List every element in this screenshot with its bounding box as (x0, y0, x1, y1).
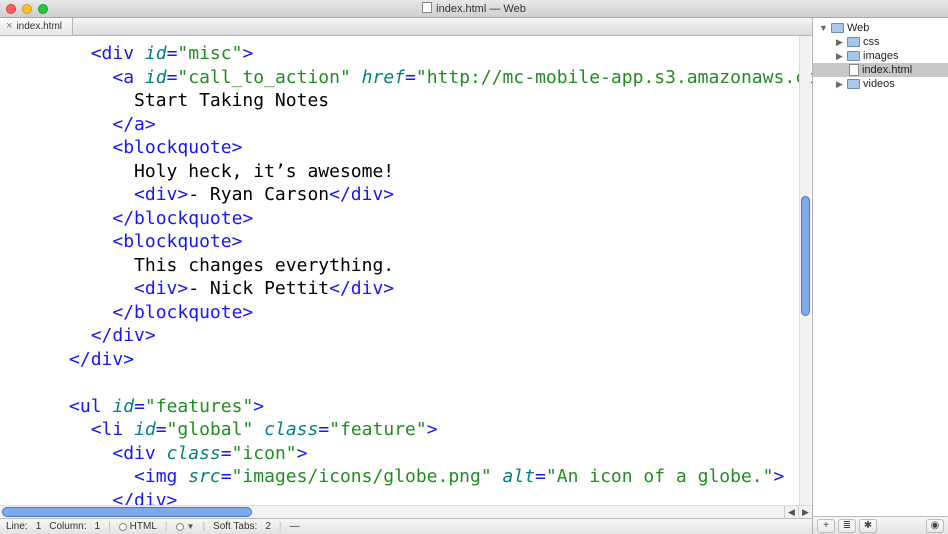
disclosure-triangle-icon[interactable]: ▶ (835, 79, 844, 90)
info-icon: ◉ (931, 520, 940, 531)
settings-button[interactable]: ✱ (859, 519, 877, 533)
horizontal-scrollbar[interactable]: ◀ ▶ (0, 505, 812, 518)
sidebar-toolbar: + ≣ ✱ ◉ (813, 516, 948, 534)
language-selector[interactable]: HTML (119, 521, 157, 532)
zoom-window-button[interactable] (38, 4, 48, 14)
window-title: index.html — Web (0, 2, 948, 15)
indent-selector[interactable]: ▼ (176, 522, 195, 531)
folder-icon (847, 51, 860, 61)
scroll-right-arrow-icon[interactable]: ▶ (798, 506, 812, 519)
tab-bar: × index.html (0, 18, 812, 36)
status-col-label: Column: (49, 521, 86, 532)
list-button[interactable]: ≣ (838, 519, 856, 533)
traffic-lights (6, 4, 48, 14)
tree-label: css (863, 36, 880, 48)
tree-label: videos (863, 78, 895, 90)
window-title-text: index.html — Web (436, 3, 526, 15)
status-line-value: 1 (36, 521, 42, 532)
folder-icon (847, 37, 860, 47)
list-icon: ≣ (843, 520, 851, 531)
soft-tabs-value: 2 (265, 521, 271, 532)
radio-icon (176, 523, 184, 531)
disclosure-triangle-icon[interactable]: ▼ (819, 23, 828, 33)
tab-label: index.html (16, 21, 62, 32)
tree-folder-images[interactable]: ▶ images (813, 49, 948, 63)
status-col-value: 1 (95, 521, 101, 532)
soft-tabs-label: Soft Tabs: (213, 521, 257, 532)
tree-label: Web (847, 22, 869, 34)
radio-icon (119, 523, 127, 531)
gear-icon: ✱ (864, 520, 872, 531)
minimize-window-button[interactable] (22, 4, 32, 14)
close-window-button[interactable] (6, 4, 16, 14)
tree-file-index-html[interactable]: index.html (813, 63, 948, 77)
vertical-scrollbar[interactable] (799, 36, 811, 505)
document-icon (422, 2, 432, 13)
project-sidebar: ▼ Web ▶ css ▶ images index.html ▶ v (813, 18, 948, 534)
status-line-label: Line: (6, 521, 28, 532)
tree-label: index.html (862, 64, 912, 76)
tree-folder-web[interactable]: ▼ Web (813, 21, 948, 35)
divider: | (279, 521, 282, 532)
tab-index-html[interactable]: × index.html (0, 18, 73, 35)
editor-body[interactable]: <div id="misc"> <a id="call_to_action" h… (0, 36, 812, 505)
language-label: HTML (130, 521, 157, 532)
scroll-arrows: ◀ ▶ (784, 506, 812, 519)
status-dash: — (290, 521, 300, 532)
plus-icon: + (823, 520, 829, 531)
window-titlebar: index.html — Web (0, 0, 948, 18)
editor-pane: × index.html <div id="misc"> <a id="call… (0, 18, 813, 534)
status-bar: Line: 1 Column: 1 | HTML | ▼ | Soft Tabs… (0, 518, 812, 534)
tree-folder-videos[interactable]: ▶ videos (813, 77, 948, 91)
code-content[interactable]: <div id="misc"> <a id="call_to_action" h… (4, 42, 812, 505)
divider: | (108, 521, 111, 532)
divider: | (165, 521, 168, 532)
divider: | (202, 521, 205, 532)
workspace: × index.html <div id="misc"> <a id="call… (0, 18, 948, 534)
close-tab-icon[interactable]: × (6, 21, 12, 32)
disclosure-triangle-icon[interactable]: ▶ (835, 37, 844, 48)
scroll-left-arrow-icon[interactable]: ◀ (784, 506, 798, 519)
add-button[interactable]: + (817, 519, 835, 533)
vertical-scrollbar-thumb[interactable] (801, 196, 810, 316)
folder-icon (847, 79, 860, 89)
info-button[interactable]: ◉ (926, 519, 944, 533)
file-icon (849, 64, 859, 76)
folder-icon (831, 23, 844, 33)
tree-folder-css[interactable]: ▶ css (813, 35, 948, 49)
horizontal-scrollbar-thumb[interactable] (2, 507, 252, 517)
chevron-down-icon: ▼ (187, 522, 195, 531)
disclosure-triangle-icon[interactable]: ▶ (835, 51, 844, 62)
file-tree[interactable]: ▼ Web ▶ css ▶ images index.html ▶ v (813, 18, 948, 516)
tree-label: images (863, 50, 898, 62)
editor-viewport: <div id="misc"> <a id="call_to_action" h… (0, 36, 812, 505)
